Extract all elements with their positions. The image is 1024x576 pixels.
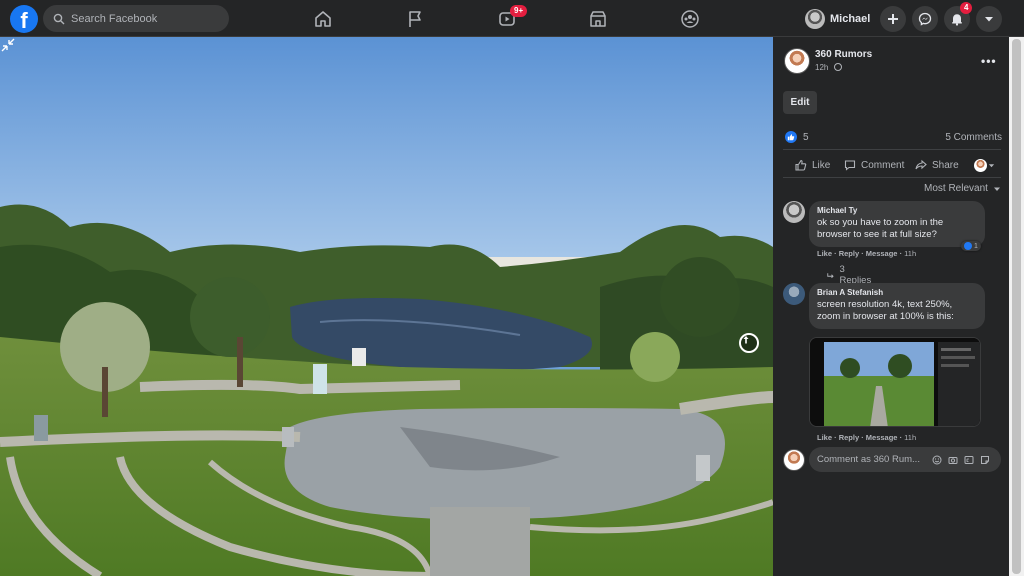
- commenter-avatar[interactable]: [783, 201, 805, 223]
- create-button[interactable]: [880, 6, 906, 32]
- share-label: Share: [932, 159, 959, 171]
- like-reaction-icon: [964, 242, 972, 250]
- reply-arrow-icon: [827, 272, 834, 278]
- reaction-summary[interactable]: 5: [785, 131, 809, 143]
- comment-bubble: Brian A Stefanish screen resolution 4k, …: [809, 283, 985, 329]
- search-input[interactable]: [71, 12, 221, 25]
- reaction-count: 1: [974, 242, 978, 250]
- profile-name: Michael: [830, 13, 871, 25]
- chevron-down-icon: [985, 17, 993, 22]
- poster-avatar[interactable]: [784, 48, 810, 74]
- comment-input-box[interactable]: [809, 447, 1001, 472]
- divider: [783, 177, 1001, 178]
- comment-image-attachment[interactable]: [809, 337, 981, 427]
- messenger-button[interactable]: [912, 6, 938, 32]
- more-options-button[interactable]: •••: [981, 54, 997, 68]
- chevron-down-icon: [993, 187, 1000, 191]
- profile-chip[interactable]: Michael: [805, 7, 870, 31]
- like-button[interactable]: Like: [795, 159, 830, 171]
- post-time-text: 12h: [815, 63, 829, 72]
- comment-actions: Like · Reply · Message · 11h: [817, 249, 917, 258]
- commenter-avatar[interactable]: [783, 283, 805, 305]
- comments-count[interactable]: 5 Comments: [945, 132, 1002, 143]
- commenter-name[interactable]: Michael Ty: [817, 206, 976, 215]
- thumbs-up-icon: [795, 159, 807, 171]
- edit-button[interactable]: Edit: [783, 91, 817, 114]
- comment-like-link[interactable]: Like: [817, 249, 832, 258]
- comment-input[interactable]: [817, 454, 927, 465]
- like-label: Like: [812, 159, 831, 171]
- emoji-icon[interactable]: [931, 454, 942, 465]
- comment-reply-link[interactable]: Reply: [839, 249, 859, 258]
- avatar: [783, 449, 805, 471]
- marketplace-icon[interactable]: [587, 8, 609, 30]
- attached-screenshot-image: [810, 338, 980, 426]
- share-icon: [915, 159, 927, 170]
- sticker-icon[interactable]: [979, 454, 990, 465]
- comment-bubble: Michael Ty ok so you have to zoom in the…: [809, 201, 985, 247]
- comment-label: Comment: [861, 159, 905, 171]
- poster-name[interactable]: 360 Rumors: [815, 49, 872, 60]
- comment-message-link[interactable]: Message: [866, 249, 898, 258]
- post-details-panel: 360 Rumors 12h ••• Edit 5 5 Comments Lik…: [773, 37, 1009, 576]
- groups-icon[interactable]: [679, 8, 701, 30]
- search-icon: [53, 13, 65, 24]
- commenter-name[interactable]: Brian A Stefanish: [817, 288, 976, 297]
- park-panorama-image: [0, 37, 773, 576]
- sort-label: Most Relevant: [924, 183, 988, 194]
- pages-flag-icon[interactable]: [404, 8, 426, 30]
- share-button[interactable]: Share: [915, 159, 959, 171]
- 360-navigation-icon[interactable]: [739, 333, 759, 353]
- divider: [783, 149, 1001, 150]
- comment-actions: Like · Reply · Message · 11h: [817, 433, 917, 442]
- top-navigation-bar: f 9+ Michael 4: [0, 0, 1024, 37]
- avatar: [974, 158, 987, 172]
- comment-reaction-badge[interactable]: 1: [961, 241, 981, 251]
- post-action-row: Like Comment Share: [773, 156, 1009, 174]
- comment-text: screen resolution 4k, text 250%, zoom in…: [817, 299, 954, 322]
- avatar: [805, 9, 825, 29]
- plus-icon: [888, 14, 898, 24]
- like-count: 5: [803, 131, 809, 143]
- scrollbar-thumb[interactable]: [1012, 39, 1021, 574]
- comment-time[interactable]: 11h: [904, 433, 916, 442]
- notifications-badge: 4: [960, 2, 973, 14]
- globe-icon: [833, 63, 842, 71]
- comment-composer: [783, 447, 1003, 473]
- bell-icon: [952, 14, 962, 26]
- gif-icon[interactable]: [963, 454, 974, 465]
- messenger-icon: [918, 12, 932, 26]
- search-box[interactable]: [43, 5, 229, 32]
- page-scrollbar[interactable]: [1009, 37, 1024, 576]
- comment-time[interactable]: 11h: [904, 249, 916, 258]
- post-as-selector[interactable]: [974, 158, 1000, 172]
- comment-like-link[interactable]: Like: [817, 433, 832, 442]
- chevron-down-icon: [988, 163, 995, 167]
- post-time[interactable]: 12h: [815, 63, 842, 72]
- comment-text: ok so you have to zoom in the browser to…: [817, 217, 944, 240]
- comment-icon: [844, 160, 856, 171]
- comment-reply-link[interactable]: Reply: [839, 433, 859, 442]
- facebook-logo[interactable]: f: [10, 5, 38, 33]
- comment-sort-dropdown[interactable]: Most Relevant: [924, 183, 1001, 194]
- camera-icon[interactable]: [947, 454, 958, 465]
- comment-message-link[interactable]: Message: [866, 433, 898, 442]
- watch-badge: 9+: [510, 5, 528, 17]
- 360-photo-viewer[interactable]: [0, 37, 773, 576]
- home-icon[interactable]: [312, 8, 334, 30]
- minimize-icon[interactable]: [0, 37, 16, 53]
- account-menu-button[interactable]: [976, 6, 1002, 32]
- like-reaction-icon: [785, 131, 797, 143]
- comment-button[interactable]: Comment: [844, 159, 904, 171]
